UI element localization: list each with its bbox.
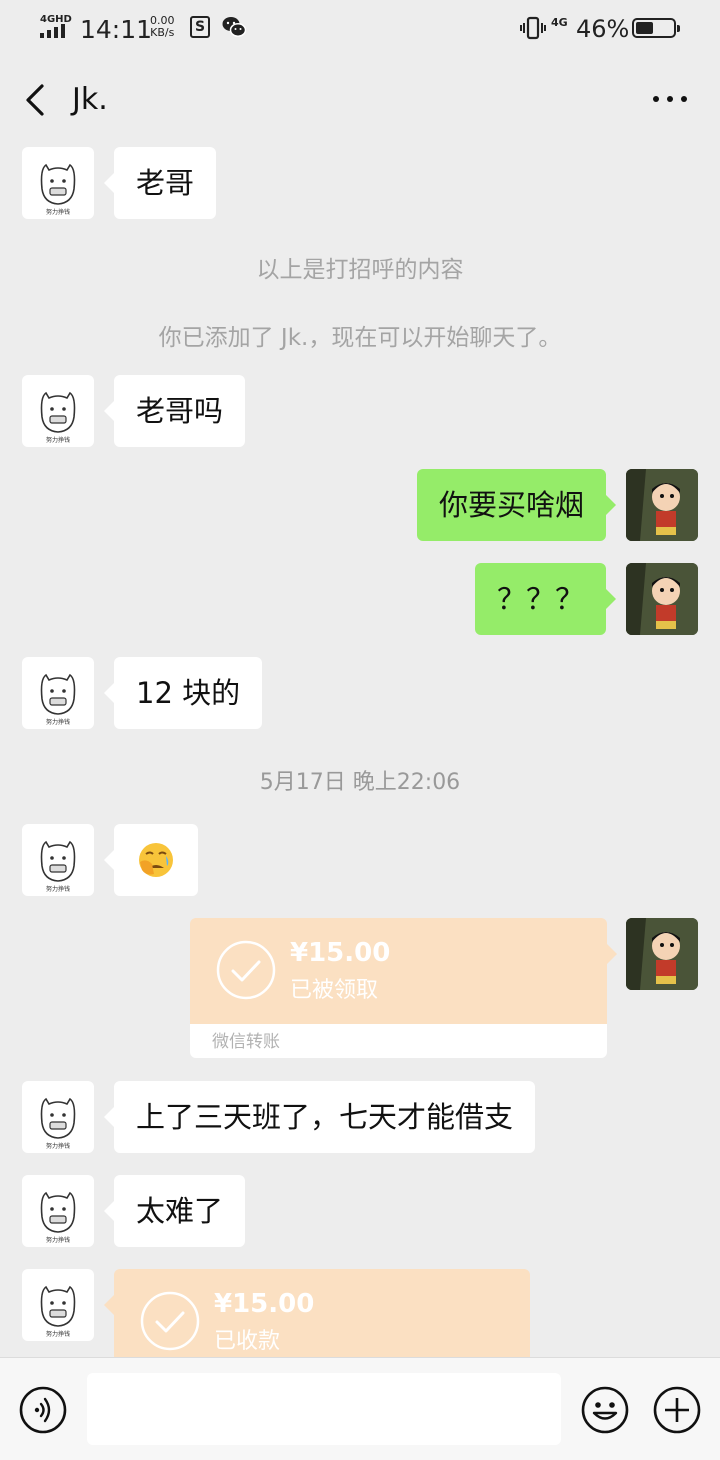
avatar-caption: 努力挣钱 <box>45 1143 70 1150</box>
input-bar <box>0 1357 720 1460</box>
status-time: 14:11 <box>80 15 153 44</box>
avatar-caption: 努力挣钱 <box>45 1331 70 1338</box>
wechat-notification-icon <box>222 17 246 37</box>
status-bar: 4GHD 14:11 0.00 KB/s S 4G 46% <box>0 0 720 60</box>
message-input[interactable] <box>87 1373 561 1445</box>
network2-label: 4G <box>551 16 568 29</box>
avatar-caption: 努力挣钱 <box>45 1237 70 1244</box>
contact-avatar[interactable]: 努力挣钱 <box>22 824 94 896</box>
transfer-amount: ¥15.00 <box>214 1289 315 1319</box>
my-avatar[interactable] <box>626 469 698 541</box>
avatar-caption: 努力挣钱 <box>45 719 70 726</box>
battery-percent: 46% <box>576 15 630 43</box>
cartoon-boy-avatar-icon <box>626 563 698 635</box>
back-arrow-icon[interactable] <box>20 80 60 120</box>
chat-header: Jk. <box>0 60 720 142</box>
more-options-icon[interactable] <box>650 96 690 106</box>
battery-icon <box>632 18 680 38</box>
system-notice: 你已添加了 Jk.，现在可以开始聊天了。 <box>158 325 562 351</box>
cellular-signal-icon: 4GHD <box>40 14 72 40</box>
my-avatar[interactable] <box>626 918 698 990</box>
cartoon-boy-avatar-icon <box>626 469 698 541</box>
vibrate-icon <box>520 16 546 40</box>
message-bubble-outgoing[interactable]: 你要买啥烟 <box>416 469 617 541</box>
transfer-footer: 微信转账 <box>190 1024 607 1058</box>
transfer-status: 已收款 <box>214 1329 281 1354</box>
message-bubble-incoming[interactable]: 12 块的 <box>103 657 263 729</box>
cartoon-boy-avatar-icon <box>626 918 698 990</box>
contact-avatar[interactable]: 努力挣钱 <box>22 147 94 219</box>
transfer-amount: ¥15.00 <box>290 938 391 968</box>
transfer-received-check-icon <box>216 940 276 1000</box>
contact-avatar[interactable]: 努力挣钱 <box>22 1081 94 1153</box>
chat-title[interactable]: Jk. <box>72 82 108 117</box>
message-bubble-incoming[interactable]: 老哥吗 <box>103 375 246 447</box>
message-bubble-incoming[interactable] <box>104 824 198 896</box>
avatar-caption: 努力挣钱 <box>45 209 70 216</box>
facepalm-crying-emoji-icon <box>139 843 173 877</box>
voice-input-icon[interactable] <box>19 1386 67 1434</box>
message-bubble-incoming[interactable]: 太难了 <box>103 1175 246 1247</box>
message-bubble-incoming[interactable]: 老哥 <box>103 147 217 219</box>
message-bubble-outgoing[interactable]: ？？？ <box>474 563 617 635</box>
my-avatar[interactable] <box>626 563 698 635</box>
sync-notification-icon: S <box>190 16 210 38</box>
message-list[interactable]: 努力挣钱 老哥 以上是打招呼的内容 你已添加了 Jk.，现在可以开始聊天了。 努… <box>0 142 720 1357</box>
message-bubble-incoming[interactable]: 上了三天班了，七天才能借支 <box>103 1081 536 1153</box>
transfer-status: 已被领取 <box>290 978 379 1003</box>
transfer-card-incoming[interactable]: ¥15.00 已收款 <box>114 1269 530 1357</box>
emoji-icon[interactable] <box>581 1386 629 1434</box>
contact-avatar[interactable]: 努力挣钱 <box>22 657 94 729</box>
system-notice: 以上是打招呼的内容 <box>256 257 464 283</box>
contact-avatar[interactable]: 努力挣钱 <box>22 1269 94 1341</box>
transfer-card-outgoing[interactable]: ¥15.00 已被领取 微信转账 <box>190 918 607 1058</box>
network-speed-unit: KB/s <box>150 26 175 39</box>
contact-avatar[interactable]: 努力挣钱 <box>22 375 94 447</box>
avatar-caption: 努力挣钱 <box>45 437 70 444</box>
message-timestamp: 5月17日 晚上22:06 <box>259 770 461 795</box>
contact-avatar[interactable]: 努力挣钱 <box>22 1175 94 1247</box>
network-speed: 0.00 KB/s <box>150 15 175 39</box>
transfer-received-check-icon <box>140 1291 200 1351</box>
more-functions-plus-icon[interactable] <box>653 1386 701 1434</box>
network-type-label: 4GHD <box>40 14 72 25</box>
avatar-caption: 努力挣钱 <box>45 886 70 893</box>
